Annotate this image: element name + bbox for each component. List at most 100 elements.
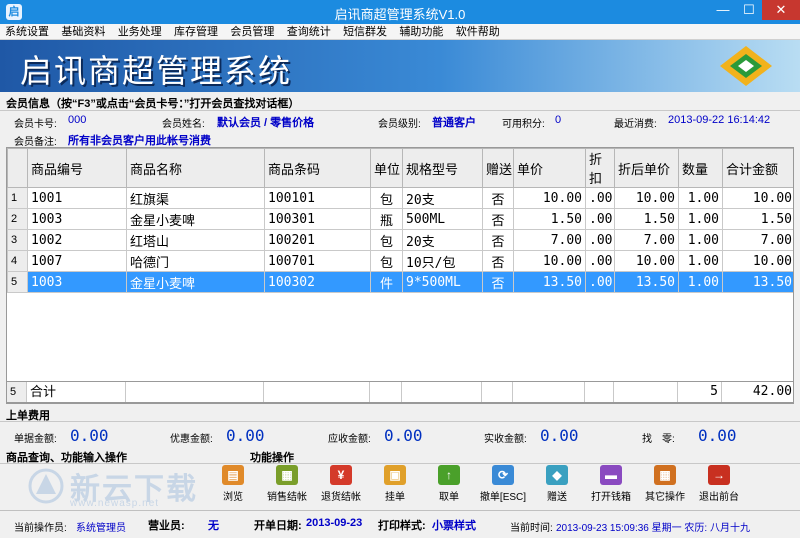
table-row[interactable]: 3 1002 红塔山 100201 包 20支否 7.00.00 7.00 1.00 7.00 <box>7 229 793 251</box>
cell-unit[interactable]: 包 <box>370 229 403 251</box>
cell-unit[interactable]: 件 <box>370 271 403 293</box>
cell-barcode[interactable]: 100701 <box>264 250 371 272</box>
column-header[interactable]: 商品条码 <box>264 148 371 188</box>
column-header[interactable]: 规格型号 <box>402 148 483 188</box>
cell-disc[interactable]: .00 <box>585 187 615 209</box>
cell-dprice[interactable]: 7.00 <box>614 229 679 251</box>
cell-total[interactable]: 1.50 <box>722 208 793 230</box>
toolbar-button[interactable]: ▤ 浏览 <box>208 465 258 505</box>
cell-unit[interactable]: 瓶 <box>370 208 403 230</box>
cell-price[interactable]: 10.00 <box>513 250 586 272</box>
maximize-button[interactable]: ☐ <box>736 0 762 20</box>
cell-gift[interactable]: 否 <box>482 250 514 272</box>
cell-disc[interactable]: .00 <box>585 250 615 272</box>
cell-disc[interactable]: .00 <box>585 271 615 293</box>
toolbar-button[interactable]: ↑ 取单 <box>424 465 474 505</box>
toolbar-button[interactable]: ◆ 赠送 <box>532 465 582 505</box>
column-header[interactable]: 商品编号 <box>27 148 127 188</box>
table-row[interactable]: 4 1007 哈德门 100701 包 10只/包否 10.00.00 10.00 1.00 10… <box>7 250 793 272</box>
cell-total[interactable]: 7.00 <box>722 229 793 251</box>
cell-gift[interactable]: 否 <box>482 187 514 209</box>
cell-price[interactable]: 10.00 <box>513 187 586 209</box>
column-header[interactable]: 赠送 <box>482 148 514 188</box>
cell-spec[interactable]: 20支 <box>402 229 483 251</box>
cell-code[interactable]: 1002 <box>27 229 127 251</box>
cell-total[interactable]: 13.50 <box>722 271 793 293</box>
cell-name[interactable]: 哈德门 <box>126 250 265 272</box>
column-header[interactable]: 数量 <box>678 148 723 188</box>
cell-code[interactable]: 1001 <box>27 187 127 209</box>
column-header[interactable]: 折后单价 <box>614 148 679 188</box>
cell-barcode[interactable]: 100201 <box>264 229 371 251</box>
menu-item[interactable]: 基础资料 <box>56 24 109 39</box>
cell-name[interactable]: 金星小麦啤 <box>126 271 265 293</box>
member-card-label[interactable]: 会员卡号: <box>14 115 57 130</box>
menu-item[interactable]: 软件帮助 <box>451 24 504 39</box>
toolbar-button[interactable]: ¥ 退货结帐 <box>316 465 366 505</box>
cell-barcode[interactable]: 100301 <box>264 208 371 230</box>
menu-item[interactable]: 业务处理 <box>113 24 166 39</box>
toolbar-button[interactable]: ⟳ 撤单[ESC] <box>478 465 528 505</box>
empty-cell <box>679 293 723 314</box>
cell-dprice[interactable]: 10.00 <box>614 187 679 209</box>
cell-barcode[interactable]: 100302 <box>264 271 371 293</box>
cell-disc[interactable]: .00 <box>585 208 615 230</box>
cell-qty[interactable]: 1.00 <box>678 229 723 251</box>
cell-barcode[interactable]: 100101 <box>264 187 371 209</box>
cell-qty[interactable]: 1.00 <box>678 250 723 272</box>
menu-item[interactable]: 会员管理 <box>225 24 278 39</box>
column-header[interactable]: 合计金额 <box>722 148 793 188</box>
toolbar-button[interactable]: ▬ 打开钱箱 <box>586 465 636 505</box>
cell-spec[interactable]: 20支 <box>402 187 483 209</box>
cell-disc[interactable]: .00 <box>585 229 615 251</box>
menu-item[interactable]: 短信群发 <box>338 24 391 39</box>
cell-qty[interactable]: 1.00 <box>678 187 723 209</box>
cell-total[interactable]: 10.00 <box>722 187 793 209</box>
table-row[interactable]: 1 1001 红旗渠 100101 包 20支否 10.00.00 10.00 1.00 10.0… <box>7 187 793 209</box>
cell-dprice[interactable]: 1.50 <box>614 208 679 230</box>
cell-price[interactable]: 7.00 <box>513 229 586 251</box>
toolbar-button[interactable]: → 退出前台 <box>694 465 744 505</box>
menu-item[interactable]: 库存管理 <box>169 24 222 39</box>
cell-name[interactable]: 金星小麦啤 <box>126 208 265 230</box>
toolbar-button[interactable]: ▣ 挂单 <box>370 465 420 505</box>
column-header[interactable]: 折扣 <box>585 148 615 188</box>
cell-dprice[interactable]: 13.50 <box>614 271 679 293</box>
cell-price[interactable]: 1.50 <box>513 208 586 230</box>
cell-price[interactable]: 13.50 <box>513 271 586 293</box>
menu-item[interactable]: 查询统计 <box>282 24 335 39</box>
empty-cell <box>483 314 514 335</box>
cell-gift[interactable]: 否 <box>482 208 514 230</box>
cell-qty[interactable]: 1.00 <box>678 208 723 230</box>
cell-unit[interactable]: 包 <box>370 187 403 209</box>
table-row[interactable]: 5 1003 金星小麦啤 100302 件 9*500ML 否 13.50.00 13.50 1.… <box>7 271 793 293</box>
cell-gift[interactable]: 否 <box>482 271 514 293</box>
menu-item[interactable]: 辅助功能 <box>394 24 447 39</box>
column-header[interactable]: 商品名称 <box>126 148 265 188</box>
minimize-button[interactable]: — <box>710 0 736 20</box>
table-row[interactable]: 2 1003 金星小麦啤 100301 瓶 500ML 否 1.50.00 1.50 1.00 1.… <box>7 208 793 230</box>
toolbar-button[interactable]: ▦ 其它操作 <box>640 465 690 505</box>
cell-dprice[interactable]: 10.00 <box>614 250 679 272</box>
cell-unit[interactable]: 包 <box>370 250 403 272</box>
cell-code[interactable]: 1003 <box>27 271 127 293</box>
empty-cell <box>28 356 127 377</box>
cell-name[interactable]: 红塔山 <box>126 229 265 251</box>
cell-total[interactable]: 10.00 <box>722 250 793 272</box>
cell-spec[interactable]: 9*500ML <box>402 271 483 293</box>
product-grid[interactable]: 商品编号 商品名称 商品条码 单位 规格型号 赠送 单价 折扣 折后单价 数量 … <box>6 147 794 404</box>
divider <box>0 110 800 111</box>
cell-spec[interactable]: 10只/包 <box>402 250 483 272</box>
column-header[interactable]: 单位 <box>370 148 403 188</box>
cell-name[interactable]: 红旗渠 <box>126 187 265 209</box>
cell-gift[interactable]: 否 <box>482 229 514 251</box>
cell-qty[interactable]: 1.00 <box>678 271 723 293</box>
cell-code[interactable]: 1007 <box>27 250 127 272</box>
cell-code[interactable]: 1003 <box>27 208 127 230</box>
menu-item[interactable]: 系统设置 <box>0 24 53 39</box>
toolbar-button[interactable]: ▦ 销售结帐 <box>262 465 312 505</box>
close-button[interactable]: ✕ <box>762 0 800 20</box>
column-header[interactable]: 单价 <box>513 148 586 188</box>
cell-spec[interactable]: 500ML <box>402 208 483 230</box>
row-number-header <box>7 148 28 188</box>
